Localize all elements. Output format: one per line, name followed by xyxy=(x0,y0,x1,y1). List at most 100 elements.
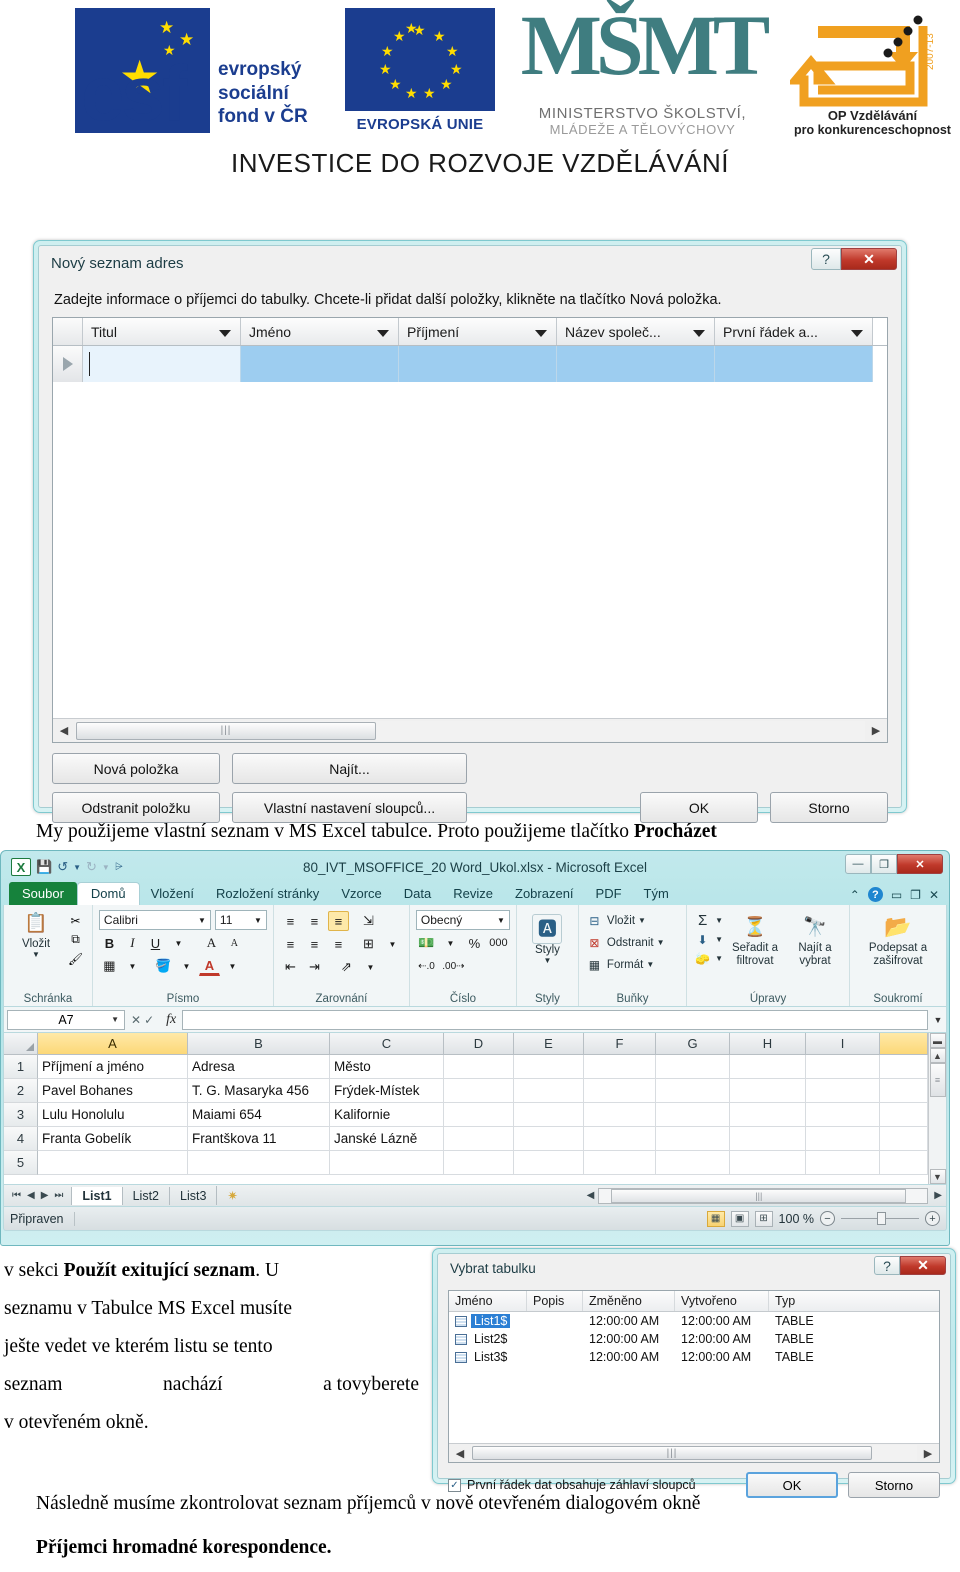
chevron-down-icon[interactable]: ▼ xyxy=(32,950,40,959)
fill-color-button[interactable]: 🪣 xyxy=(153,956,174,976)
thousands-separator-button[interactable]: 000 xyxy=(488,933,509,953)
increase-decimal-button[interactable]: ⇠.0 xyxy=(416,956,437,976)
select-all-button[interactable] xyxy=(4,1033,38,1055)
chevron-down-icon[interactable]: ▼ xyxy=(198,916,206,925)
tab-vlozeni[interactable]: Vložení xyxy=(140,883,205,905)
cell-f4[interactable] xyxy=(584,1127,656,1151)
chevron-down-icon[interactable]: ▼ xyxy=(646,960,654,969)
scroll-down-icon[interactable]: ▼ xyxy=(929,1169,946,1184)
cell-h2[interactable] xyxy=(730,1079,806,1103)
cell-c5[interactable] xyxy=(330,1151,444,1175)
cell-e5[interactable] xyxy=(514,1151,584,1175)
chevron-down-icon[interactable]: ▼ xyxy=(715,916,723,925)
help-icon[interactable]: ? xyxy=(874,1256,900,1275)
column-header-typ[interactable]: Typ xyxy=(769,1291,939,1311)
cell-e4[interactable] xyxy=(514,1127,584,1151)
cell-j1[interactable] xyxy=(880,1055,928,1079)
row-header-4[interactable]: 4 xyxy=(4,1127,38,1151)
cell-i5[interactable] xyxy=(806,1151,880,1175)
scroll-up-icon[interactable]: ▲ xyxy=(929,1048,946,1063)
grid-cell-jmeno[interactable] xyxy=(241,346,399,382)
cell-b4[interactable]: Frantškova 11 xyxy=(188,1127,330,1151)
currency-format-icon[interactable]: 💵 xyxy=(416,933,437,953)
chevron-down-icon[interactable] xyxy=(219,329,231,337)
table-list-hscrollbar[interactable]: ◀ ||| ▶ xyxy=(449,1443,939,1462)
increase-indent-button[interactable]: ⇥ xyxy=(304,957,325,977)
table-row[interactable] xyxy=(53,346,887,382)
column-header-jmeno[interactable]: Jméno xyxy=(241,318,399,345)
scroll-right-icon[interactable]: ▶ xyxy=(917,1447,939,1460)
cell-h3[interactable] xyxy=(730,1103,806,1127)
expand-formula-bar-icon[interactable]: ▼ xyxy=(930,1015,946,1025)
tab-pdf[interactable]: PDF xyxy=(585,883,633,905)
decrease-indent-button[interactable]: ⇤ xyxy=(280,957,301,977)
cell-e1[interactable] xyxy=(514,1055,584,1079)
align-bottom-button[interactable]: ≡ xyxy=(327,911,349,931)
cell-g5[interactable] xyxy=(656,1151,730,1175)
sheet-tab-list2[interactable]: List2 xyxy=(121,1186,169,1205)
row-header-2[interactable]: 2 xyxy=(4,1079,38,1103)
list-item[interactable]: List3$ 12:00:00 AM 12:00:00 AM TABLE xyxy=(449,1348,939,1366)
zoom-slider-handle[interactable] xyxy=(877,1212,886,1225)
paste-button[interactable]: 📋 Vložit ▼ xyxy=(10,908,62,960)
cell-c3[interactable]: Kalifornie xyxy=(330,1103,444,1127)
chevron-down-icon[interactable]: ▼ xyxy=(638,916,646,925)
chevron-down-icon[interactable]: ▼ xyxy=(222,956,243,976)
column-header-jmeno[interactable]: Jméno xyxy=(449,1291,527,1311)
new-item-button[interactable]: Nová položka xyxy=(52,753,220,784)
tab-data[interactable]: Data xyxy=(393,883,442,905)
copy-icon[interactable]: ⧉ xyxy=(66,931,85,948)
column-header-h[interactable]: H xyxy=(730,1033,806,1055)
cell-d2[interactable] xyxy=(444,1079,514,1103)
column-header-popis[interactable]: Popis xyxy=(527,1291,583,1311)
formula-input[interactable] xyxy=(182,1009,928,1030)
sheet-tab-list1[interactable]: List1 xyxy=(71,1186,122,1205)
grid-cell-prijmeni[interactable] xyxy=(399,346,557,382)
recipients-grid-hscrollbar[interactable]: ◀ ||| ▶ xyxy=(53,718,887,742)
help-icon[interactable]: ? xyxy=(867,887,883,902)
column-header-g[interactable]: G xyxy=(656,1033,730,1055)
cell-h5[interactable] xyxy=(730,1151,806,1175)
chevron-down-icon[interactable] xyxy=(693,329,705,337)
column-header-titul[interactable]: Titul xyxy=(83,318,241,345)
column-header-prijmeni[interactable]: Příjmení xyxy=(399,318,557,345)
cell-h1[interactable] xyxy=(730,1055,806,1079)
name-box[interactable]: A7 ▼ xyxy=(7,1009,125,1030)
column-header-prvni-radek-adresy[interactable]: První řádek a... xyxy=(715,318,873,345)
delete-cells-button[interactable]: ⊠ Odstranit ▼ xyxy=(585,934,664,951)
worksheet-vscrollbar[interactable]: ▬ ▲ ≡ ▼ xyxy=(928,1033,946,1184)
cell-f5[interactable] xyxy=(584,1151,656,1175)
cell-d1[interactable] xyxy=(444,1055,514,1079)
format-cells-button[interactable]: ▦ Formát ▼ xyxy=(585,956,655,973)
chevron-down-icon[interactable]: ▼ xyxy=(254,916,262,925)
shrink-font-button[interactable]: A xyxy=(224,933,245,953)
column-header-vytvoreno[interactable]: Vytvořeno xyxy=(675,1291,769,1311)
sheet-hscroll-thumb[interactable]: ||| xyxy=(611,1188,907,1203)
last-sheet-icon[interactable]: ⏭ xyxy=(54,1190,63,1201)
tab-vzorce[interactable]: Vzorce xyxy=(330,883,392,905)
column-header-c[interactable]: C xyxy=(330,1033,444,1055)
scroll-left-icon[interactable]: ◀ xyxy=(583,1190,599,1201)
font-color-button[interactable]: A xyxy=(198,956,220,976)
cell-d3[interactable] xyxy=(444,1103,514,1127)
cell-i2[interactable] xyxy=(806,1079,880,1103)
cell-c2[interactable]: Frýdek-Místek xyxy=(330,1079,444,1103)
list-item[interactable]: List2$ 12:00:00 AM 12:00:00 AM TABLE xyxy=(449,1330,939,1348)
minimize-icon[interactable]: — xyxy=(845,854,871,874)
zoom-out-button[interactable]: − xyxy=(820,1211,835,1226)
chevron-down-icon[interactable]: ▼ xyxy=(176,956,197,976)
insert-function-icon[interactable]: fx xyxy=(160,1012,182,1028)
insert-cells-button[interactable]: ⊟ Vložit ▼ xyxy=(585,912,646,929)
next-sheet-icon[interactable]: ▶ xyxy=(41,1190,49,1201)
clear-button[interactable]: 🧽 ▼ xyxy=(693,950,723,967)
tab-zobrazeni[interactable]: Zobrazení xyxy=(504,883,585,905)
hscroll-track[interactable]: ||| xyxy=(75,720,865,741)
close-icon[interactable]: ✕ xyxy=(897,854,943,874)
find-button[interactable]: Najít... xyxy=(232,753,467,784)
cell-a1[interactable]: Příjmení a jméno xyxy=(38,1055,188,1079)
column-header-i[interactable]: I xyxy=(806,1033,880,1055)
chevron-down-icon[interactable]: ▼ xyxy=(543,956,551,965)
chevron-down-icon[interactable]: ▼ xyxy=(440,933,461,953)
cell-j2[interactable] xyxy=(880,1079,928,1103)
cell-f1[interactable] xyxy=(584,1055,656,1079)
